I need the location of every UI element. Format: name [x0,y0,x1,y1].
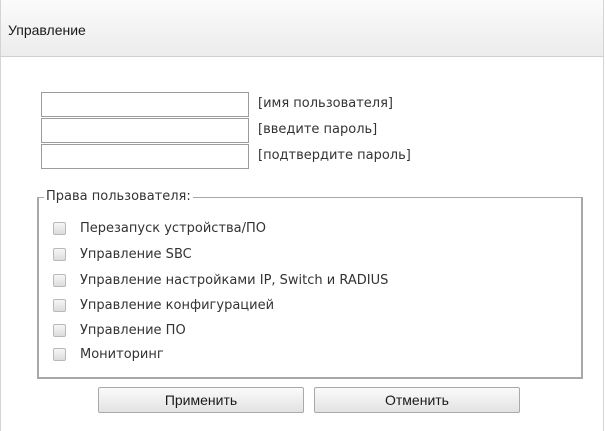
right-software-management-checkbox[interactable] [53,324,66,337]
right-configuration-management-checkbox[interactable] [53,299,66,312]
right-network-settings-checkbox[interactable] [53,274,66,287]
right-sbc-management-checkbox[interactable] [53,248,66,261]
dialog-title: Управление [8,22,86,38]
username-label: [имя пользователя] [258,96,393,111]
right-software-management-label: Управление ПО [80,323,186,338]
username-input[interactable] [41,92,249,117]
right-configuration-management-label: Управление конфигурацией [80,298,275,313]
right-restart-device[interactable]: Перезапуск устройства/ПО [53,220,266,237]
right-sbc-management[interactable]: Управление SBC [53,246,192,263]
right-network-settings[interactable]: Управление настройками IP, Switch и RADI… [53,272,388,289]
password-input[interactable] [41,118,249,143]
user-management-dialog: Управление [имя пользователя] [введите п… [0,0,604,431]
right-monitoring[interactable]: Мониторинг [53,346,164,363]
right-monitoring-checkbox[interactable] [53,348,66,361]
right-monitoring-label: Мониторинг [80,347,164,362]
apply-button[interactable]: Применить [98,387,304,413]
right-restart-device-checkbox[interactable] [53,222,66,235]
confirm-password-input[interactable] [41,144,249,169]
right-sbc-management-label: Управление SBC [80,247,192,262]
user-rights-legend: Права пользователя: [44,189,193,204]
confirm-password-label: [подтвердите пароль] [258,148,411,163]
right-software-management[interactable]: Управление ПО [53,322,186,339]
right-restart-device-label: Перезапуск устройства/ПО [80,221,267,236]
dialog-title-bar: Управление [1,0,603,57]
cancel-button[interactable]: Отменить [314,387,520,413]
right-network-settings-label: Управление настройками IP, Switch и RADI… [80,273,389,288]
password-label: [введите пароль] [258,122,378,137]
right-configuration-management[interactable]: Управление конфигурацией [53,297,274,314]
